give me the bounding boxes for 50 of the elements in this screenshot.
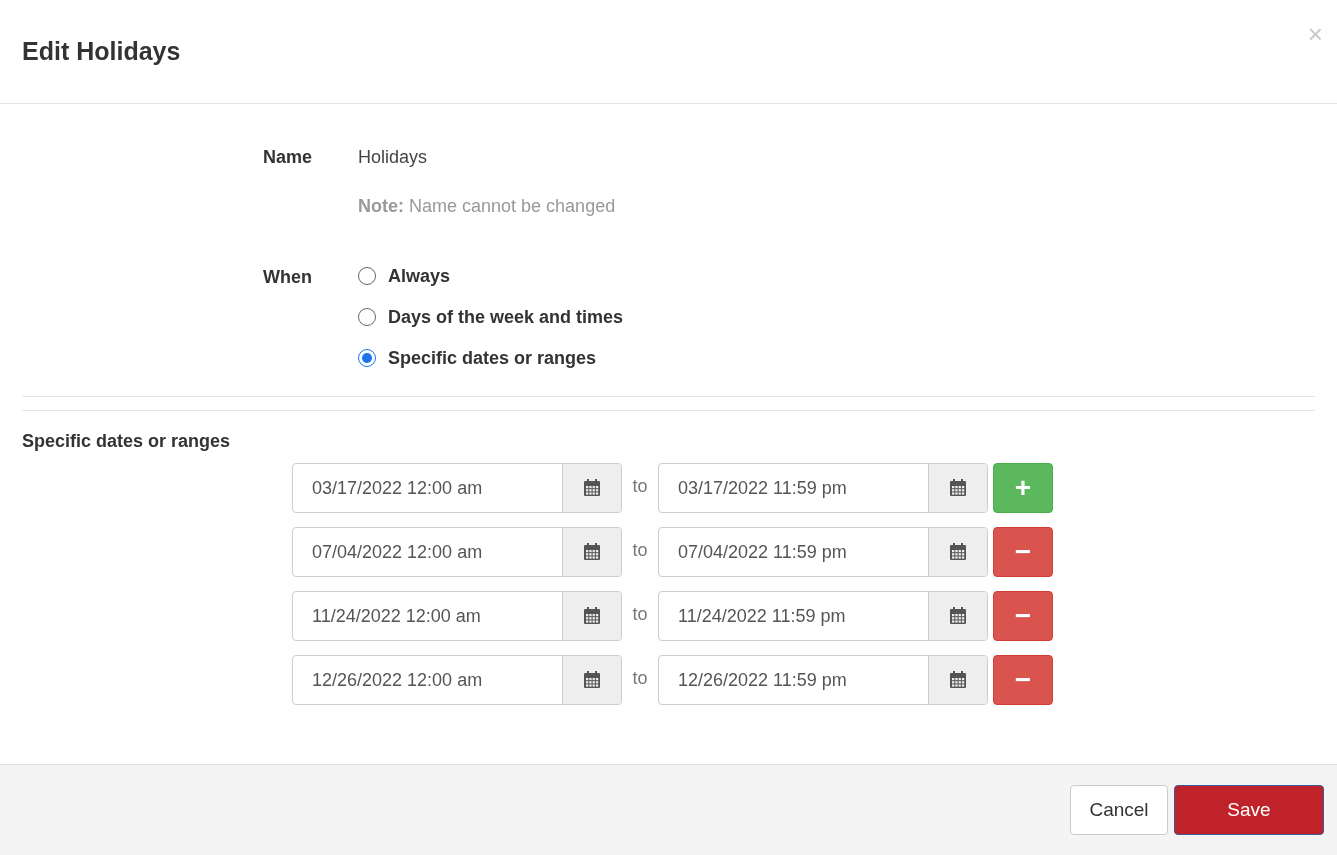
cancel-button[interactable]: Cancel: [1070, 785, 1168, 835]
date-input-group[interactable]: 12/26/2022 12:00 am: [292, 655, 622, 705]
range-separator: to: [631, 602, 649, 626]
calendar-icon: [582, 478, 602, 498]
calendar-icon: [948, 606, 968, 626]
field-label: Name: [262, 147, 312, 167]
radio-option[interactable]: Always: [358, 264, 624, 288]
calendar-button[interactable]: [928, 528, 987, 576]
remove-button[interactable]: −: [993, 527, 1053, 577]
calendar-icon: [582, 542, 602, 562]
calendar-icon: [582, 606, 602, 626]
field-label: When: [263, 267, 312, 287]
calendar-icon: [948, 478, 968, 498]
radio-option[interactable]: Days of the week and times: [358, 305, 624, 329]
range-separator: to: [631, 474, 649, 498]
date-field[interactable]: 11/24/2022 12:00 am: [293, 592, 562, 640]
date-input-group[interactable]: 11/24/2022 11:59 pm: [658, 591, 988, 641]
date-input-group[interactable]: 07/04/2022 12:00 am: [292, 527, 622, 577]
calendar-button[interactable]: [562, 528, 621, 576]
calendar-button[interactable]: [928, 656, 987, 704]
date-input-group[interactable]: 11/24/2022 12:00 am: [292, 591, 622, 641]
date-field[interactable]: 07/04/2022 11:59 pm: [659, 528, 928, 576]
name-value: Holidays: [358, 146, 429, 169]
calendar-icon: [948, 542, 968, 562]
date-field[interactable]: 11/24/2022 11:59 pm: [659, 592, 928, 640]
radio-option[interactable]: Specific dates or ranges: [358, 346, 624, 370]
date-input-group[interactable]: 07/04/2022 11:59 pm: [658, 527, 988, 577]
date-field[interactable]: 07/04/2022 12:00 am: [293, 528, 562, 576]
date-input-group[interactable]: 12/26/2022 11:59 pm: [658, 655, 988, 705]
dialog-title: Edit Holidays: [22, 36, 181, 67]
calendar-icon: [948, 670, 968, 690]
calendar-button[interactable]: [562, 656, 621, 704]
note-text: Note: Name cannot be changed: [358, 195, 616, 218]
calendar-button[interactable]: [562, 592, 621, 640]
date-field[interactable]: 03/17/2022 12:00 am: [293, 464, 562, 512]
date-field[interactable]: 12/26/2022 12:00 am: [293, 656, 562, 704]
date-field[interactable]: 12/26/2022 11:59 pm: [659, 656, 928, 704]
range-separator: to: [631, 666, 649, 690]
calendar-button[interactable]: [928, 592, 987, 640]
calendar-button[interactable]: [928, 464, 987, 512]
remove-button[interactable]: −: [993, 591, 1053, 641]
range-separator: to: [631, 538, 649, 562]
remove-button[interactable]: −: [993, 655, 1053, 705]
calendar-button[interactable]: [562, 464, 621, 512]
save-button[interactable]: Save: [1174, 785, 1324, 835]
calendar-icon: [582, 670, 602, 690]
date-input-group[interactable]: 03/17/2022 12:00 am: [292, 463, 622, 513]
section-heading: Specific dates or ranges: [22, 430, 231, 453]
date-field[interactable]: 03/17/2022 11:59 pm: [659, 464, 928, 512]
date-input-group[interactable]: 03/17/2022 11:59 pm: [658, 463, 988, 513]
